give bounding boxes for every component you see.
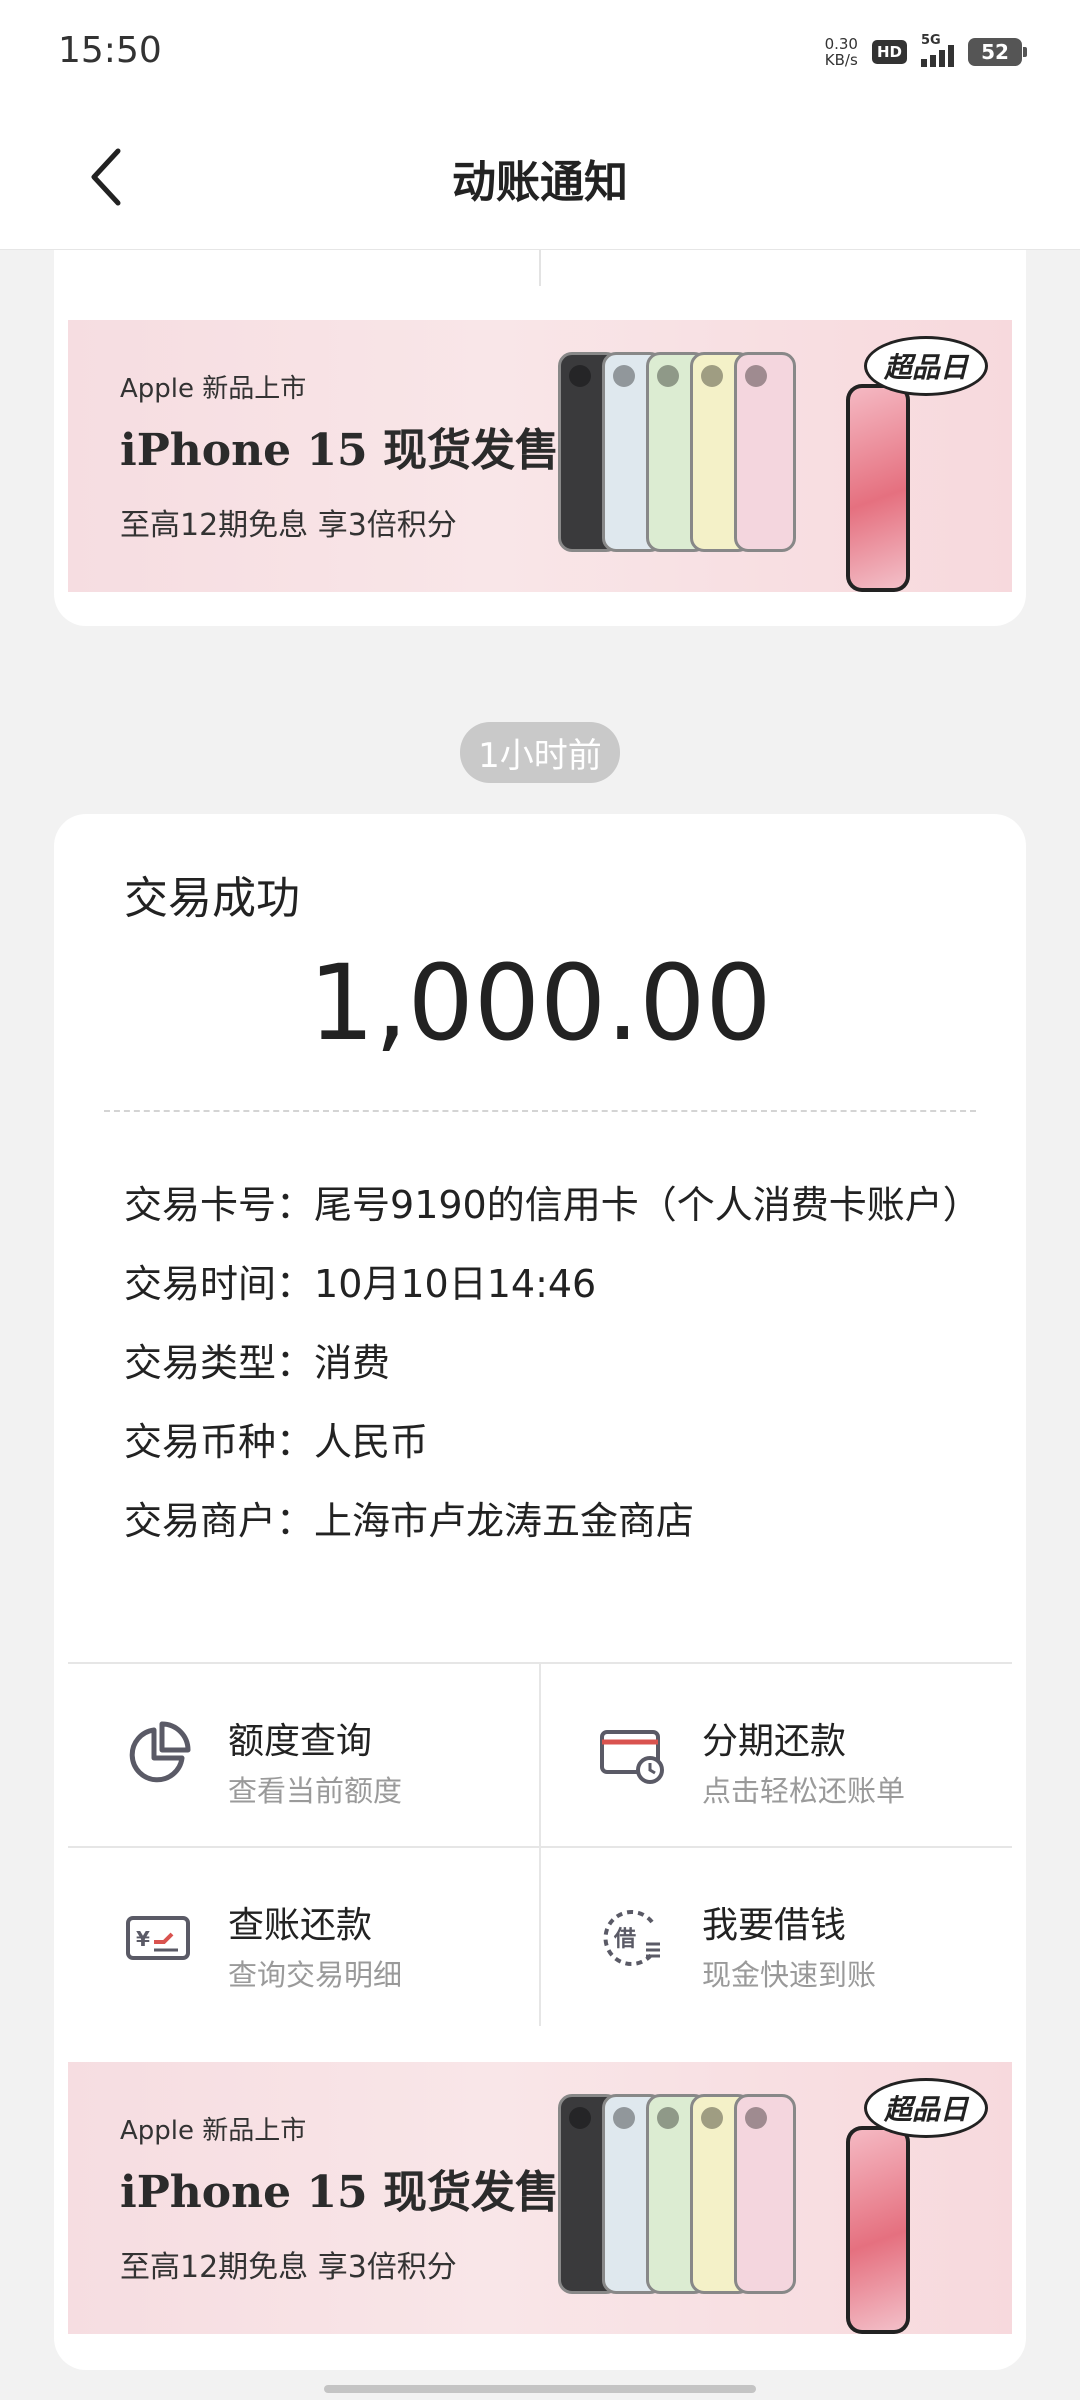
- credit-limit-query-button[interactable]: 额度查询 查看当前额度: [68, 1664, 538, 1844]
- action-grid-divider: [539, 250, 541, 286]
- detail-row-time: 交易时间：10月10日14:46: [124, 1262, 597, 1306]
- transaction-details: 交易卡号：尾号9190的信用卡（个人消费卡账户） 交易时间：10月10日14:4…: [124, 1166, 984, 1561]
- action-title: 分期还款: [702, 1721, 847, 1762]
- signal-icon: 5G: [921, 33, 954, 67]
- super-brand-day-logo: 超品日: [864, 336, 988, 396]
- statement-repay-button[interactable]: ¥ 查账还款 查询交易明细: [68, 1848, 538, 2028]
- svg-text:借: 借: [613, 1927, 636, 1952]
- network-type: 5G: [921, 33, 941, 48]
- action-title: 额度查询: [228, 1721, 373, 1762]
- detail-row-currency: 交易币种：人民币: [124, 1420, 429, 1464]
- network-speed-value: 0.30: [824, 35, 858, 53]
- transaction-amount: 1,000.00: [308, 942, 772, 1064]
- borrow-icon: 借: [603, 1910, 660, 1966]
- action-title: 我要借钱: [702, 1905, 847, 1946]
- detail-row-card-number: 交易卡号：尾号9190的信用卡（个人消费卡账户）: [124, 1183, 981, 1227]
- action-subtitle: 查询交易明细: [228, 1958, 403, 1992]
- banner-title: iPhone 15 现货发售: [120, 425, 559, 476]
- network-speed-unit: KB/s: [824, 51, 858, 69]
- home-indicator[interactable]: [324, 2385, 756, 2393]
- title-bar: 动账通知: [0, 106, 1080, 250]
- action-subtitle: 点击轻松还账单: [702, 1774, 906, 1808]
- super-brand-day-logo: 超品日: [864, 2078, 988, 2138]
- time-chip: 1小时前: [460, 722, 620, 783]
- banner-subtitle: Apple 新品上市: [120, 374, 307, 404]
- dashed-divider: [104, 1110, 976, 1112]
- action-subtitle: 现金快速到账: [702, 1958, 877, 1992]
- hd-icon: HD: [871, 40, 907, 64]
- banner-description: 至高12期免息 享3倍积分: [120, 2250, 457, 2285]
- detail-row-type: 交易类型：消费: [124, 1341, 391, 1385]
- battery-level: 52: [981, 40, 1009, 64]
- grid-vertical-divider: [539, 1664, 541, 2026]
- detail-row-merchant: 交易商户：上海市卢龙涛五金商店: [124, 1499, 695, 1543]
- pie-chart-icon: [129, 1721, 191, 1783]
- iphone-lineup-image: [558, 352, 910, 592]
- svg-text:¥: ¥: [136, 1927, 150, 1951]
- quick-actions-grid: 额度查询 查看当前额度 分期还款 点击轻松还账单 ¥ 查账还款 查询交易明细 借…: [68, 1662, 1012, 2032]
- yuan-card-icon: ¥: [126, 1916, 190, 1960]
- time-chip-row: 1小时前: [0, 722, 1080, 783]
- iphone-lineup-image: [558, 2094, 910, 2334]
- promo-banner[interactable]: Apple 新品上市 iPhone 15 现货发售 至高12期免息 享3倍积分 …: [68, 320, 1012, 592]
- card-clock-icon: [600, 1730, 664, 1784]
- page-title: 动账通知: [452, 157, 628, 208]
- status-bar: 15:50 0.30 KB/s HD 5G 52: [0, 0, 1080, 106]
- network-speed: 0.30 KB/s: [825, 36, 858, 68]
- promo-banner[interactable]: Apple 新品上市 iPhone 15 现货发售 至高12期免息 享3倍积分 …: [68, 2062, 1012, 2334]
- previous-notification-card: Apple 新品上市 iPhone 15 现货发售 至高12期免息 享3倍积分 …: [54, 250, 1026, 626]
- transaction-notification-card: 交易成功 1,000.00 交易卡号：尾号9190的信用卡（个人消费卡账户） 交…: [54, 814, 1026, 2370]
- action-title: 查账还款: [228, 1905, 373, 1946]
- status-time: 15:50: [58, 30, 162, 71]
- banner-title: iPhone 15 现货发售: [120, 2167, 559, 2218]
- borrow-money-button[interactable]: 借 我要借钱 现金快速到账: [542, 1848, 1012, 2028]
- installment-repay-button[interactable]: 分期还款 点击轻松还账单: [542, 1664, 1012, 1844]
- banner-subtitle: Apple 新品上市: [120, 2116, 307, 2146]
- status-indicators: 0.30 KB/s HD 5G 52: [825, 33, 1027, 68]
- action-subtitle: 查看当前额度: [228, 1774, 403, 1808]
- banner-description: 至高12期免息 享3倍积分: [120, 508, 457, 543]
- transaction-status: 交易成功: [124, 873, 300, 924]
- battery-icon: 52: [968, 38, 1027, 66]
